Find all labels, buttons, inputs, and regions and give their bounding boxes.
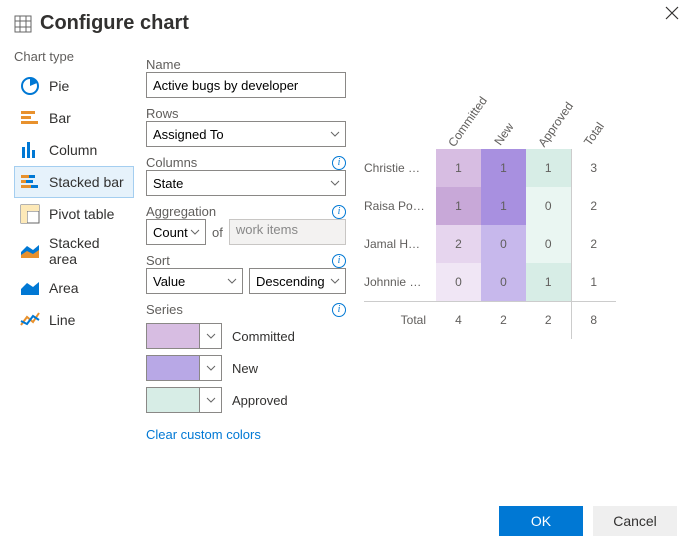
columns-label: Columns: [146, 155, 197, 170]
pivot-cell: 0: [526, 225, 571, 263]
area-icon: [19, 277, 41, 299]
pivot-cell: 0: [526, 187, 571, 225]
chart-type-list: Pie Bar Column Stacked bar Pivot table S: [14, 70, 134, 336]
row-total: 2: [571, 187, 616, 225]
chart-grid-icon: [14, 15, 32, 33]
chevron-down-icon: [199, 356, 221, 380]
ok-button[interactable]: OK: [499, 506, 583, 536]
pivot-cell: 1: [481, 149, 526, 187]
stacked-area-icon: [19, 240, 41, 262]
column-total: 2: [481, 301, 526, 339]
pivot-cell: 2: [436, 225, 481, 263]
col-header: Total: [571, 79, 616, 149]
row-header: Jamal Hartn...: [364, 225, 436, 263]
grand-total: 8: [571, 301, 616, 339]
aggregation-target: work items: [229, 219, 346, 245]
pivot-cell: 1: [526, 263, 571, 301]
series-label-text: Approved: [232, 393, 288, 408]
chart-type-area[interactable]: Area: [14, 272, 134, 304]
chart-type-label: Bar: [49, 110, 71, 126]
chart-type-stacked-area[interactable]: Stacked area: [14, 230, 134, 272]
sort-label: Sort: [146, 253, 170, 268]
name-label: Name: [146, 57, 181, 72]
pivot-cell: 1: [526, 149, 571, 187]
sort-direction-select[interactable]: [249, 268, 346, 294]
chart-type-label: Pivot table: [49, 206, 114, 222]
pivot-cell: 0: [481, 225, 526, 263]
chart-type-label: Area: [49, 280, 79, 296]
close-button[interactable]: [665, 6, 679, 25]
color-swatch: [147, 324, 199, 348]
table-row: Raisa Pokro...1102: [364, 187, 616, 225]
line-icon: [19, 309, 41, 331]
series-label-text: New: [232, 361, 258, 376]
color-swatch: [147, 356, 199, 380]
col-header: Committed: [436, 79, 481, 149]
series-color-committed[interactable]: [146, 323, 222, 349]
chart-type-line[interactable]: Line: [14, 304, 134, 336]
pivot-cell: 0: [436, 263, 481, 301]
aggregation-label: Aggregation: [146, 204, 216, 219]
cancel-button[interactable]: Cancel: [593, 506, 677, 536]
aggregation-of-text: of: [212, 225, 223, 240]
sort-info-icon[interactable]: i: [332, 254, 346, 268]
close-icon: [665, 6, 679, 20]
series-info-icon[interactable]: i: [332, 303, 346, 317]
row-header: Christie Ch...: [364, 149, 436, 187]
sort-field-select[interactable]: [146, 268, 243, 294]
chevron-down-icon: [199, 388, 221, 412]
aggregation-info-icon[interactable]: i: [332, 205, 346, 219]
clear-custom-colors-link[interactable]: Clear custom colors: [146, 427, 261, 442]
total-row: Total4228: [364, 301, 616, 339]
pivot-cell: 1: [436, 149, 481, 187]
row-header: Raisa Pokro...: [364, 187, 436, 225]
rows-select[interactable]: [146, 121, 346, 147]
color-swatch: [147, 388, 199, 412]
chart-type-label: Column: [49, 142, 97, 158]
table-row: Johnnie McL...0011: [364, 263, 616, 301]
chart-type-pie[interactable]: Pie: [14, 70, 134, 102]
chart-type-label: Stacked area: [49, 235, 129, 267]
column-total: 4: [436, 301, 481, 339]
series-label-text: Committed: [232, 329, 295, 344]
chart-type-heading: Chart type: [14, 49, 134, 64]
chart-type-label: Stacked bar: [49, 174, 124, 190]
chart-type-pivot-table[interactable]: Pivot table: [14, 198, 134, 230]
row-header: Johnnie McL...: [364, 263, 436, 301]
pivot-cell: 0: [481, 263, 526, 301]
chevron-down-icon: [199, 324, 221, 348]
name-input[interactable]: [146, 72, 346, 98]
row-total: 1: [571, 263, 616, 301]
pie-icon: [19, 75, 41, 97]
row-total: 3: [571, 149, 616, 187]
chart-type-label: Pie: [49, 78, 69, 94]
pivot-preview-table: Committed New Approved Total Christie Ch…: [364, 79, 616, 339]
series-label: Series: [146, 302, 183, 317]
columns-info-icon[interactable]: i: [332, 156, 346, 170]
chart-type-stacked-bar[interactable]: Stacked bar: [14, 166, 134, 198]
rows-label: Rows: [146, 106, 179, 121]
columns-select[interactable]: [146, 170, 346, 196]
col-header: New: [481, 79, 526, 149]
aggregation-select[interactable]: [146, 219, 206, 245]
pivot-table-icon: [19, 203, 41, 225]
series-color-approved[interactable]: [146, 387, 222, 413]
series-color-new[interactable]: [146, 355, 222, 381]
chart-type-label: Line: [49, 312, 75, 328]
row-total: 2: [571, 225, 616, 263]
pivot-cell: 1: [481, 187, 526, 225]
column-icon: [19, 139, 41, 161]
dialog-title: Configure chart: [40, 12, 189, 35]
bar-icon: [19, 107, 41, 129]
row-header: Total: [364, 301, 436, 339]
chart-type-bar[interactable]: Bar: [14, 102, 134, 134]
col-header: Approved: [526, 79, 571, 149]
table-row: Christie Ch...1113: [364, 149, 616, 187]
column-total: 2: [526, 301, 571, 339]
chart-type-column[interactable]: Column: [14, 134, 134, 166]
stacked-bar-icon: [19, 171, 41, 193]
pivot-cell: 1: [436, 187, 481, 225]
table-row: Jamal Hartn...2002: [364, 225, 616, 263]
